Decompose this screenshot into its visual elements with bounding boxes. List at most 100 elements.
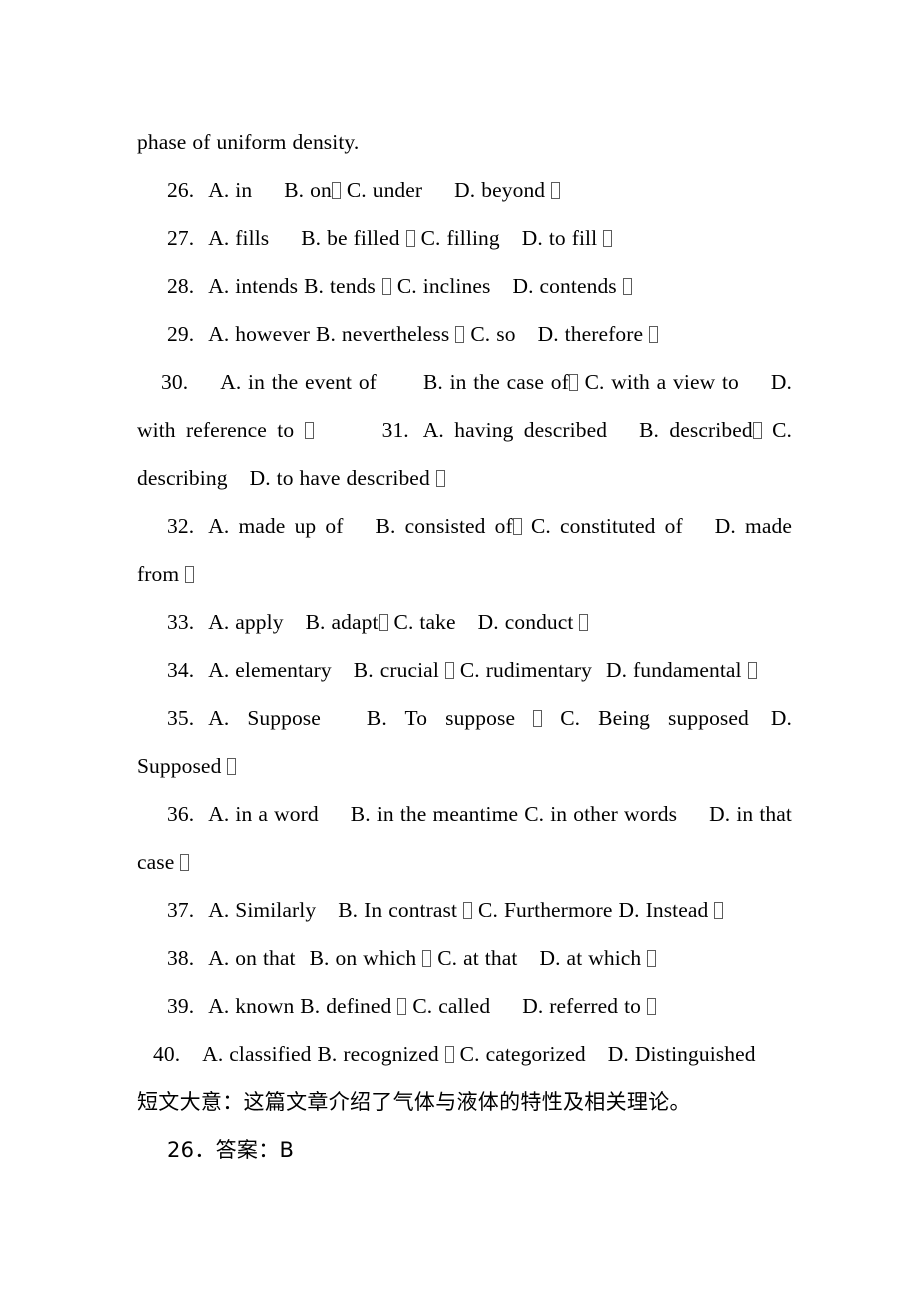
- question-number-39: 39.: [167, 994, 195, 1018]
- option-label-32-d: D.: [714, 514, 736, 538]
- question-number-29: 29.: [167, 322, 195, 346]
- missing-glyph-box-icon: [185, 566, 195, 583]
- passage-summary-text: 短文大意：这篇文章介绍了气体与液体的特性及相关理论。: [137, 1090, 691, 1114]
- question-line-26: 26. A. in B. on C. under D. beyond: [137, 166, 792, 214]
- question-number-30: 30.: [161, 370, 189, 394]
- option-text-30-a: in the event of: [248, 370, 377, 394]
- missing-glyph-box-icon: [444, 1046, 454, 1063]
- option-label-33-a: A.: [208, 610, 230, 634]
- option-label-38-b: B.: [309, 946, 330, 970]
- option-text-39-b: defined: [326, 994, 392, 1018]
- option-label-29-b: B.: [316, 322, 336, 346]
- question-number-35: 35.: [167, 706, 195, 730]
- carryover-text: phase of uniform density.: [137, 130, 360, 154]
- missing-glyph-box-icon: [714, 902, 724, 919]
- option-label-29-a: A.: [208, 322, 230, 346]
- option-label-39-b: B.: [300, 994, 321, 1018]
- option-text-37-b: In contrast: [364, 898, 458, 922]
- option-text-34-b: crucial: [379, 658, 439, 682]
- question-number-34: 34.: [167, 658, 195, 682]
- option-text-26-d: beyond: [481, 178, 546, 202]
- option-label-34-a: A.: [208, 658, 230, 682]
- question-line-28: 28. A. intends B. tends C. inclines D. con…: [137, 262, 792, 310]
- option-text-34-c: rudimentary: [485, 658, 592, 682]
- option-text-36-c: in other words: [550, 802, 678, 826]
- option-text-37-a: Similarly: [235, 898, 317, 922]
- option-text-31-b: described: [669, 418, 753, 442]
- option-text-40-d: Distinguished: [634, 1042, 756, 1066]
- option-label-36-a: A.: [208, 802, 230, 826]
- answer-line-26: 26．答案：B: [137, 1126, 792, 1174]
- option-label-34-d: D.: [605, 658, 628, 682]
- passage-summary-line: 短文大意：这篇文章介绍了气体与液体的特性及相关理论。: [137, 1078, 792, 1126]
- option-label-31-a: A.: [422, 418, 444, 442]
- option-label-30-b: B.: [422, 370, 443, 394]
- option-text-27-a: fills: [235, 226, 270, 250]
- option-label-31-d: D.: [249, 466, 271, 490]
- option-label-32-c: C.: [530, 514, 551, 538]
- option-label-39-d: D.: [522, 994, 544, 1018]
- missing-glyph-box-icon: [422, 950, 432, 967]
- question-line-35: 35. A. Suppose B. To suppose C. Being supp…: [137, 694, 792, 790]
- question-number-32: 32.: [167, 514, 195, 538]
- missing-glyph-box-icon: [381, 278, 391, 295]
- missing-glyph-box-icon: [647, 950, 657, 967]
- option-label-33-b: B.: [305, 610, 326, 634]
- question-number-40: 40.: [153, 1042, 181, 1066]
- answer-text-26: 26．答案：B: [167, 1138, 295, 1162]
- question-number-36: 36.: [167, 802, 195, 826]
- option-label-37-b: B.: [338, 898, 359, 922]
- option-label-36-b: B.: [350, 802, 371, 826]
- option-label-35-a: A.: [208, 706, 230, 730]
- option-text-39-d: referred to: [549, 994, 641, 1018]
- option-label-39-a: A.: [208, 994, 230, 1018]
- question-line-39: 39. A. known B. defined C. called D. refer…: [137, 982, 792, 1030]
- option-text-38-b: on which: [335, 946, 417, 970]
- option-label-31-b: B.: [639, 418, 660, 442]
- option-label-27-d: D.: [521, 226, 543, 250]
- option-label-33-c: C.: [393, 610, 414, 634]
- option-text-39-c: called: [438, 994, 491, 1018]
- question-line-38: 38. A. on that B. on which C. at that D. at…: [137, 934, 792, 982]
- missing-glyph-box-icon: [533, 710, 543, 727]
- option-text-27-b: be filled: [327, 226, 400, 250]
- question-number-26: 26.: [167, 178, 195, 202]
- option-label-40-b: B.: [317, 1042, 338, 1066]
- option-text-29-b: nevertheless: [341, 322, 450, 346]
- option-text-39-a: known: [235, 994, 295, 1018]
- option-text-32-a: made up of: [238, 514, 344, 538]
- missing-glyph-box-icon: [646, 998, 656, 1015]
- missing-glyph-box-icon: [512, 518, 522, 535]
- option-label-27-b: B.: [301, 226, 322, 250]
- option-text-31-c: describing: [137, 466, 228, 490]
- missing-glyph-box-icon: [444, 662, 454, 679]
- missing-glyph-box-icon: [227, 758, 237, 775]
- question-number-38: 38.: [167, 946, 195, 970]
- option-label-30-c: C.: [584, 370, 605, 394]
- question-line-36: 36. A. in a word B. in the meantime C. in …: [137, 790, 792, 886]
- option-text-28-b: tends: [329, 274, 376, 298]
- option-label-28-b: B.: [304, 274, 324, 298]
- option-text-36-a: in a word: [235, 802, 319, 826]
- option-text-33-b: adapt: [331, 610, 379, 634]
- option-text-28-c: inclines: [422, 274, 491, 298]
- missing-glyph-box-icon: [304, 422, 314, 439]
- missing-glyph-box-icon: [551, 182, 561, 199]
- missing-glyph-box-icon: [579, 614, 589, 631]
- option-text-34-a: elementary: [235, 658, 332, 682]
- option-text-33-c: take: [419, 610, 456, 634]
- question-number-37: 37.: [167, 898, 195, 922]
- option-label-33-d: D.: [477, 610, 499, 634]
- missing-glyph-box-icon: [649, 326, 659, 343]
- question-line-34: 34. A. elementary B. crucial C. rudimentar…: [137, 646, 792, 694]
- option-label-34-b: B.: [353, 658, 374, 682]
- option-label-34-c: C.: [459, 658, 480, 682]
- option-label-35-d: D.: [770, 706, 792, 730]
- option-label-37-d: D.: [618, 898, 640, 922]
- option-label-35-c: C.: [560, 706, 581, 730]
- option-label-30-d: D.: [770, 370, 792, 394]
- option-text-26-c: under: [372, 178, 423, 202]
- missing-glyph-box-icon: [568, 374, 578, 391]
- option-label-29-d: D.: [537, 322, 559, 346]
- option-label-30-a: A.: [220, 370, 242, 394]
